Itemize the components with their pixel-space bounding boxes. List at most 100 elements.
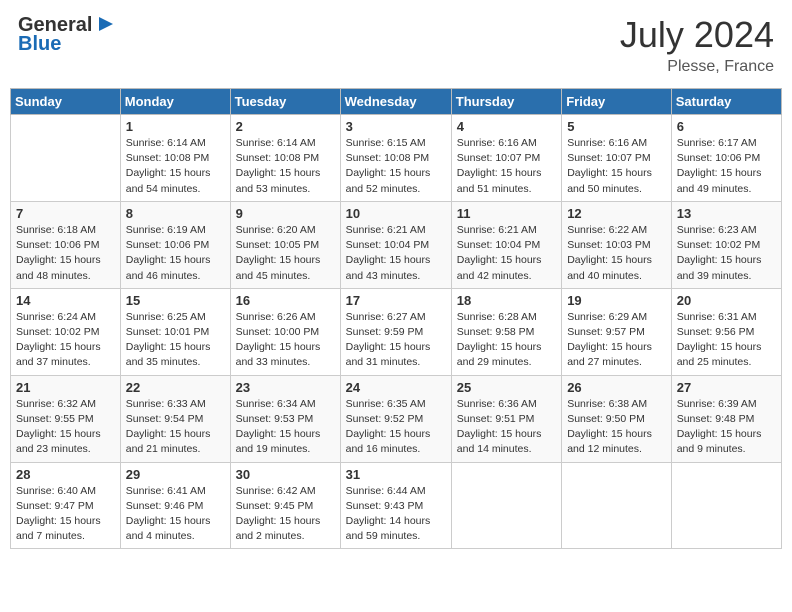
day-number: 12: [567, 206, 666, 221]
calendar-table: SundayMondayTuesdayWednesdayThursdayFrid…: [10, 88, 782, 549]
calendar-cell: 31 Sunrise: 6:44 AM Sunset: 9:43 PM Dayli…: [340, 462, 451, 549]
calendar-cell: 26 Sunrise: 6:38 AM Sunset: 9:50 PM Dayli…: [562, 375, 672, 462]
calendar-cell: 10Sunrise: 6:21 AM Sunset: 10:04 PM Dayl…: [340, 201, 451, 288]
day-number: 24: [346, 380, 446, 395]
day-number: 14: [16, 293, 115, 308]
calendar-cell: 16 Sunrise: 6:26 AM Sunset: 10:00 PM Dayl…: [230, 288, 340, 375]
day-info: Sunrise: 6:17 AM Sunset: 10:06 PM Daylig…: [677, 136, 776, 197]
calendar-cell: 20 Sunrise: 6:31 AM Sunset: 9:56 PM Dayli…: [671, 288, 781, 375]
calendar-cell: 14 Sunrise: 6:24 AM Sunset: 10:02 PM Dayl…: [11, 288, 121, 375]
day-info: Sunrise: 6:33 AM Sunset: 9:54 PM Dayligh…: [126, 397, 225, 458]
day-number: 7: [16, 206, 115, 221]
day-number: 18: [457, 293, 556, 308]
logo-blue-text: Blue: [18, 33, 61, 56]
calendar-cell: 15 Sunrise: 6:25 AM Sunset: 10:01 PM Dayl…: [120, 288, 230, 375]
calendar-cell: 24 Sunrise: 6:35 AM Sunset: 9:52 PM Dayli…: [340, 375, 451, 462]
weekday-header: Sunday: [11, 89, 121, 115]
day-info: Sunrise: 6:38 AM Sunset: 9:50 PM Dayligh…: [567, 397, 666, 458]
calendar-cell: 6 Sunrise: 6:17 AM Sunset: 10:06 PM Dayli…: [671, 115, 781, 202]
day-info: Sunrise: 6:27 AM Sunset: 9:59 PM Dayligh…: [346, 310, 446, 371]
day-info: Sunrise: 6:16 AM Sunset: 10:07 PM Daylig…: [457, 136, 556, 197]
day-info: Sunrise: 6:35 AM Sunset: 9:52 PM Dayligh…: [346, 397, 446, 458]
day-number: 20: [677, 293, 776, 308]
weekday-header: Tuesday: [230, 89, 340, 115]
day-info: Sunrise: 6:18 AM Sunset: 10:06 PM Daylig…: [16, 223, 115, 284]
day-number: 25: [457, 380, 556, 395]
calendar-week-row: 1Sunrise: 6:14 AM Sunset: 10:08 PM Dayli…: [11, 115, 782, 202]
calendar-cell: [451, 462, 561, 549]
calendar-cell: 12 Sunrise: 6:22 AM Sunset: 10:03 PM Dayl…: [562, 201, 672, 288]
day-info: Sunrise: 6:20 AM Sunset: 10:05 PM Daylig…: [236, 223, 335, 284]
day-number: 6: [677, 119, 776, 134]
calendar-cell: 19 Sunrise: 6:29 AM Sunset: 9:57 PM Dayli…: [562, 288, 672, 375]
calendar-cell: 27Sunrise: 6:39 AM Sunset: 9:48 PM Dayli…: [671, 375, 781, 462]
day-info: Sunrise: 6:19 AM Sunset: 10:06 PM Daylig…: [126, 223, 225, 284]
day-number: 4: [457, 119, 556, 134]
calendar-cell: [671, 462, 781, 549]
calendar-cell: 4 Sunrise: 6:16 AM Sunset: 10:07 PM Dayli…: [451, 115, 561, 202]
calendar-cell: 25 Sunrise: 6:36 AM Sunset: 9:51 PM Dayli…: [451, 375, 561, 462]
day-number: 8: [126, 206, 225, 221]
day-number: 5: [567, 119, 666, 134]
day-number: 26: [567, 380, 666, 395]
day-number: 27: [677, 380, 776, 395]
weekday-header: Saturday: [671, 89, 781, 115]
logo: General Blue: [18, 14, 115, 56]
day-info: Sunrise: 6:28 AM Sunset: 9:58 PM Dayligh…: [457, 310, 556, 371]
day-info: Sunrise: 6:42 AM Sunset: 9:45 PM Dayligh…: [236, 484, 335, 545]
day-number: 29: [126, 467, 225, 482]
calendar-cell: 22 Sunrise: 6:33 AM Sunset: 9:54 PM Dayli…: [120, 375, 230, 462]
day-info: Sunrise: 6:36 AM Sunset: 9:51 PM Dayligh…: [457, 397, 556, 458]
calendar-cell: 23 Sunrise: 6:34 AM Sunset: 9:53 PM Dayli…: [230, 375, 340, 462]
logo-arrow-icon: [93, 13, 115, 35]
weekday-header: Monday: [120, 89, 230, 115]
title-block: July 2024 Plesse, France: [620, 14, 774, 76]
day-info: Sunrise: 6:44 AM Sunset: 9:43 PM Dayligh…: [346, 484, 446, 545]
day-info: Sunrise: 6:15 AM Sunset: 10:08 PM Daylig…: [346, 136, 446, 197]
calendar-cell: 7 Sunrise: 6:18 AM Sunset: 10:06 PM Dayli…: [11, 201, 121, 288]
month-title: July 2024: [620, 14, 774, 56]
calendar-cell: [11, 115, 121, 202]
calendar-header-row: SundayMondayTuesdayWednesdayThursdayFrid…: [11, 89, 782, 115]
day-info: Sunrise: 6:22 AM Sunset: 10:03 PM Daylig…: [567, 223, 666, 284]
calendar-cell: 11Sunrise: 6:21 AM Sunset: 10:04 PM Dayl…: [451, 201, 561, 288]
calendar-cell: 9Sunrise: 6:20 AM Sunset: 10:05 PM Dayli…: [230, 201, 340, 288]
day-number: 21: [16, 380, 115, 395]
weekday-header: Friday: [562, 89, 672, 115]
day-info: Sunrise: 6:24 AM Sunset: 10:02 PM Daylig…: [16, 310, 115, 371]
day-number: 22: [126, 380, 225, 395]
page-header: General Blue July 2024 Plesse, France: [10, 10, 782, 80]
day-number: 19: [567, 293, 666, 308]
calendar-week-row: 14 Sunrise: 6:24 AM Sunset: 10:02 PM Dayl…: [11, 288, 782, 375]
weekday-header: Wednesday: [340, 89, 451, 115]
calendar-cell: 2Sunrise: 6:14 AM Sunset: 10:08 PM Dayli…: [230, 115, 340, 202]
calendar-week-row: 7 Sunrise: 6:18 AM Sunset: 10:06 PM Dayli…: [11, 201, 782, 288]
day-info: Sunrise: 6:14 AM Sunset: 10:08 PM Daylig…: [236, 136, 335, 197]
day-info: Sunrise: 6:31 AM Sunset: 9:56 PM Dayligh…: [677, 310, 776, 371]
day-info: Sunrise: 6:16 AM Sunset: 10:07 PM Daylig…: [567, 136, 666, 197]
day-info: Sunrise: 6:40 AM Sunset: 9:47 PM Dayligh…: [16, 484, 115, 545]
calendar-week-row: 21 Sunrise: 6:32 AM Sunset: 9:55 PM Dayli…: [11, 375, 782, 462]
calendar-cell: 13Sunrise: 6:23 AM Sunset: 10:02 PM Dayl…: [671, 201, 781, 288]
calendar-cell: 17 Sunrise: 6:27 AM Sunset: 9:59 PM Dayli…: [340, 288, 451, 375]
day-info: Sunrise: 6:26 AM Sunset: 10:00 PM Daylig…: [236, 310, 335, 371]
day-number: 11: [457, 206, 556, 221]
day-info: Sunrise: 6:23 AM Sunset: 10:02 PM Daylig…: [677, 223, 776, 284]
calendar-week-row: 28Sunrise: 6:40 AM Sunset: 9:47 PM Dayli…: [11, 462, 782, 549]
day-number: 31: [346, 467, 446, 482]
calendar-cell: [562, 462, 672, 549]
day-number: 17: [346, 293, 446, 308]
calendar-cell: 3Sunrise: 6:15 AM Sunset: 10:08 PM Dayli…: [340, 115, 451, 202]
location-title: Plesse, France: [620, 58, 774, 76]
calendar-cell: 8 Sunrise: 6:19 AM Sunset: 10:06 PM Dayli…: [120, 201, 230, 288]
calendar-cell: 21 Sunrise: 6:32 AM Sunset: 9:55 PM Dayli…: [11, 375, 121, 462]
day-number: 23: [236, 380, 335, 395]
day-info: Sunrise: 6:34 AM Sunset: 9:53 PM Dayligh…: [236, 397, 335, 458]
day-info: Sunrise: 6:29 AM Sunset: 9:57 PM Dayligh…: [567, 310, 666, 371]
day-number: 30: [236, 467, 335, 482]
calendar-cell: 5 Sunrise: 6:16 AM Sunset: 10:07 PM Dayli…: [562, 115, 672, 202]
day-info: Sunrise: 6:32 AM Sunset: 9:55 PM Dayligh…: [16, 397, 115, 458]
day-number: 15: [126, 293, 225, 308]
day-info: Sunrise: 6:25 AM Sunset: 10:01 PM Daylig…: [126, 310, 225, 371]
day-number: 16: [236, 293, 335, 308]
